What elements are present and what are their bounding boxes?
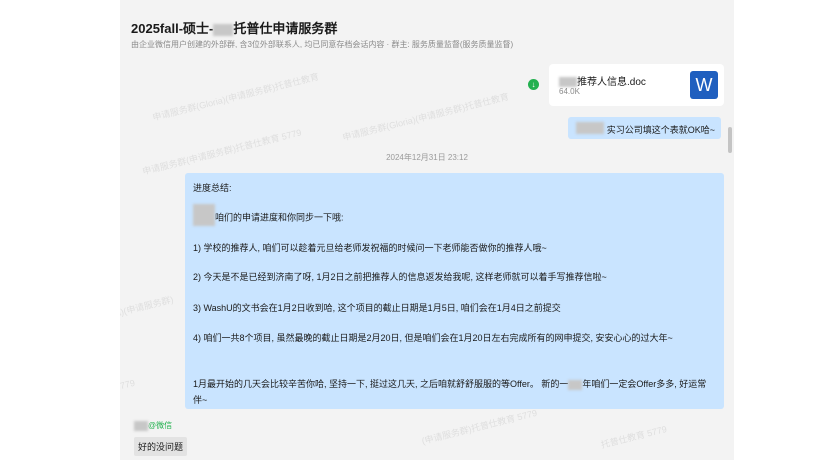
message-line: 1) 学校的推荐人, 咱们可以趁着元旦给老师发祝福的时候问一下老师能否做你的推荐… <box>193 243 547 253</box>
redacted-text <box>134 420 148 431</box>
redacted-text <box>193 204 215 226</box>
message-line: 咱们的申请进度和你同步一下哦: <box>193 204 344 226</box>
redacted-text <box>576 122 604 134</box>
group-title: 2025fall-硕士- 托普仕申请服务群 <box>131 21 338 36</box>
watermark: (申请服务群)托普仕教育 5779 <box>420 407 539 447</box>
redacted-text <box>213 23 234 36</box>
redacted-text <box>568 379 583 390</box>
message-text: 实习公司填这个表就OK哈~ <box>606 125 715 135</box>
scrollbar-thumb[interactable] <box>728 127 732 153</box>
message-line: 2) 今天是不是已经到济南了呀, 1月2日之前把推荐人的信息返发给我呢, 这样老… <box>193 272 607 282</box>
watermark: 托普仕教育 5779 <box>599 423 668 451</box>
redacted-text <box>559 77 577 88</box>
watermark: (ia)(申请服务群) <box>120 294 175 320</box>
message-line: 1月最开始的几天会比较辛苦你哈, 坚持一下, 挺过这几天, 之后咱就舒舒服服的等… <box>193 379 707 390</box>
file-message[interactable]: 推荐人信息.doc 64.0K W <box>549 64 724 106</box>
file-size: 64.0K <box>559 87 580 96</box>
message-bubble-incoming: 好的没问题 <box>134 437 188 456</box>
chat-header: 2025fall-硕士- 托普仕申请服务群 由企业微信用户创建的外部群, 含3位外… <box>120 0 734 56</box>
message-line: 伴~ <box>193 395 208 405</box>
watermark: 申请服务群(Gloria)(申请服务群)托普仕教育 <box>341 91 510 143</box>
message-bubble-outgoing: 实习公司填这个表就OK哈~ <box>568 117 721 139</box>
message-line: 4) 咱们一共8个项目, 虽然最晚的截止日期是2月20日, 但是咱们会在1月20… <box>193 333 673 343</box>
download-icon[interactable]: ↓ <box>528 79 539 90</box>
watermark: 申请服务群(Gloria)(申请服务群)托普仕教育 <box>151 71 320 123</box>
watermark: 5779 <box>120 377 136 393</box>
timestamp: 2024年12月31日 23:12 <box>386 153 468 162</box>
file-name: 推荐人信息.doc <box>559 73 646 88</box>
sender-name: @微信 <box>134 420 172 431</box>
message-line: 进度总结: <box>193 183 232 193</box>
message-line: 3) WashU的文书会在1月2日收到哈, 这个项目的截止日期是1月5日, 咱们… <box>193 303 561 313</box>
group-subtitle: 由企业微信用户创建的外部群, 含3位外部联系人, 均已同意存档会话内容 · 群主… <box>131 40 514 49</box>
message-bubble-summary: 进度总结: 咱们的申请进度和你同步一下哦: 1) 学校的推荐人, 咱们可以趁着元… <box>185 173 724 409</box>
word-icon: W <box>690 71 718 99</box>
chat-window: 申请服务群(Gloria)(申请服务群)托普仕教育 申请服务群(Gloria)(… <box>120 0 734 460</box>
